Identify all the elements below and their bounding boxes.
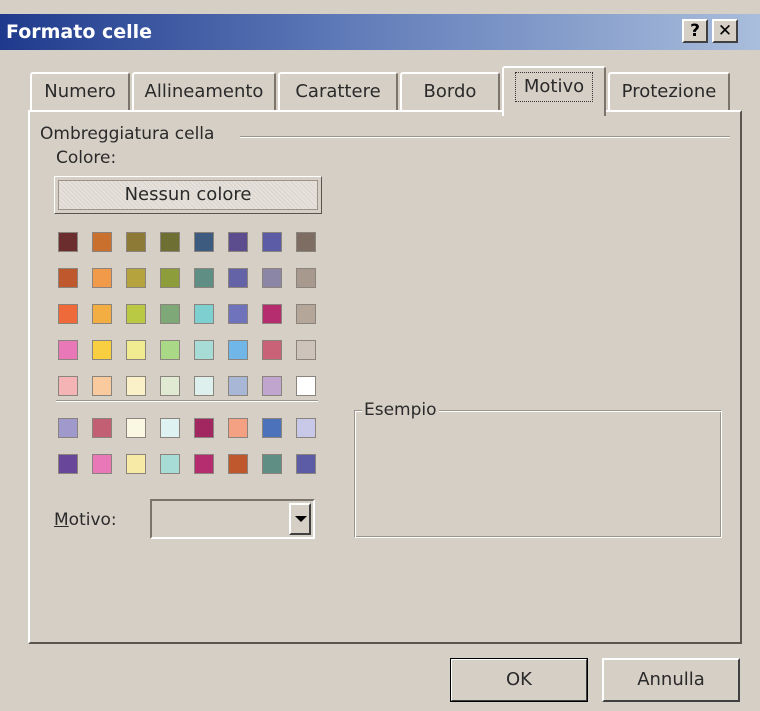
color-swatch[interactable] xyxy=(160,268,180,288)
color-swatch[interactable] xyxy=(194,232,214,252)
chart-color-swatch[interactable] xyxy=(228,418,248,438)
chevron-down-icon[interactable] xyxy=(289,503,311,535)
chart-color-swatch[interactable] xyxy=(58,418,78,438)
color-swatch[interactable] xyxy=(126,232,146,252)
chart-color-swatch[interactable] xyxy=(160,454,180,474)
color-swatch[interactable] xyxy=(228,268,248,288)
color-palette xyxy=(58,232,320,396)
color-swatch[interactable] xyxy=(92,376,112,396)
color-swatch[interactable] xyxy=(126,304,146,324)
color-swatch[interactable] xyxy=(160,376,180,396)
color-swatch[interactable] xyxy=(228,232,248,252)
palette-separator xyxy=(56,400,318,402)
tab-numero[interactable]: Numero xyxy=(30,72,130,112)
chart-color-palette xyxy=(58,418,320,478)
help-button[interactable]: ? xyxy=(682,19,708,43)
color-swatch[interactable] xyxy=(296,304,316,324)
color-swatch[interactable] xyxy=(296,340,316,360)
chart-color-swatch[interactable] xyxy=(126,454,146,474)
color-swatch[interactable] xyxy=(160,232,180,252)
color-swatch[interactable] xyxy=(262,340,282,360)
color-swatch[interactable] xyxy=(262,376,282,396)
ok-button[interactable]: OK xyxy=(450,658,588,702)
color-swatch[interactable] xyxy=(92,268,112,288)
chart-color-swatch[interactable] xyxy=(92,418,112,438)
pattern-label-rest: otivo: xyxy=(68,510,117,530)
chart-color-swatch[interactable] xyxy=(296,418,316,438)
color-swatch[interactable] xyxy=(262,232,282,252)
color-swatch[interactable] xyxy=(92,232,112,252)
chart-color-swatch[interactable] xyxy=(126,418,146,438)
pattern-dropdown[interactable] xyxy=(150,499,315,539)
color-swatch[interactable] xyxy=(228,340,248,360)
sample-preview xyxy=(354,410,722,538)
color-label: Colore: xyxy=(56,148,117,168)
color-swatch[interactable] xyxy=(194,268,214,288)
color-swatch[interactable] xyxy=(160,304,180,324)
color-swatch[interactable] xyxy=(262,304,282,324)
chart-color-swatch[interactable] xyxy=(228,454,248,474)
color-swatch[interactable] xyxy=(126,376,146,396)
color-swatch[interactable] xyxy=(296,268,316,288)
tab-carattere[interactable]: Carattere xyxy=(278,72,398,112)
tab-allineamento[interactable]: Allineamento xyxy=(132,72,276,112)
tab-motivo-label: Motivo xyxy=(514,72,594,102)
chart-color-swatch[interactable] xyxy=(296,454,316,474)
color-swatch[interactable] xyxy=(194,376,214,396)
title-bar: Formato celle ? ✕ xyxy=(0,14,760,50)
no-color-button[interactable]: Nessun colore xyxy=(54,176,322,214)
color-swatch[interactable] xyxy=(126,340,146,360)
chart-color-swatch[interactable] xyxy=(58,454,78,474)
color-swatch[interactable] xyxy=(92,340,112,360)
shading-group-label: Ombreggiatura cella xyxy=(40,124,221,144)
chart-color-swatch[interactable] xyxy=(92,454,112,474)
color-swatch[interactable] xyxy=(58,304,78,324)
color-swatch[interactable] xyxy=(58,376,78,396)
color-swatch[interactable] xyxy=(58,232,78,252)
color-swatch[interactable] xyxy=(228,376,248,396)
color-swatch[interactable] xyxy=(58,268,78,288)
color-swatch[interactable] xyxy=(296,376,316,396)
chart-color-swatch[interactable] xyxy=(194,454,214,474)
color-swatch[interactable] xyxy=(160,340,180,360)
chart-color-swatch[interactable] xyxy=(262,454,282,474)
chart-color-swatch[interactable] xyxy=(160,418,180,438)
color-swatch[interactable] xyxy=(58,340,78,360)
color-swatch[interactable] xyxy=(194,304,214,324)
tab-protezione[interactable]: Protezione xyxy=(608,72,730,112)
window-title: Formato celle xyxy=(6,21,153,43)
color-swatch[interactable] xyxy=(126,268,146,288)
no-color-label: Nessun colore xyxy=(58,180,318,210)
cancel-button[interactable]: Annulla xyxy=(602,658,740,702)
chart-color-swatch[interactable] xyxy=(262,418,282,438)
color-swatch[interactable] xyxy=(194,340,214,360)
group-divider xyxy=(240,136,730,138)
sample-label: Esempio xyxy=(362,400,439,420)
chart-color-swatch[interactable] xyxy=(194,418,214,438)
tab-strip: Numero Allineamento Carattere Bordo Moti… xyxy=(30,66,740,116)
color-swatch[interactable] xyxy=(262,268,282,288)
color-swatch[interactable] xyxy=(228,304,248,324)
tab-bordo[interactable]: Bordo xyxy=(400,72,500,112)
tab-motivo[interactable]: Motivo xyxy=(502,66,606,116)
color-swatch[interactable] xyxy=(92,304,112,324)
pattern-label: Motivo: xyxy=(54,510,117,530)
color-swatch[interactable] xyxy=(296,232,316,252)
close-button[interactable]: ✕ xyxy=(712,19,738,43)
